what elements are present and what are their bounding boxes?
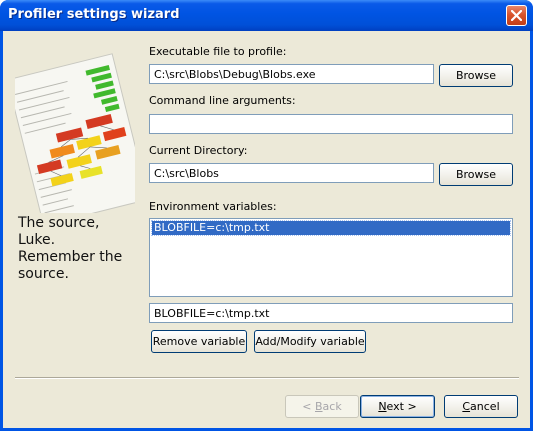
next-rest: ext > — [386, 400, 417, 413]
quote-line: The source, — [18, 215, 100, 231]
window-title: Profiler settings wizard — [8, 7, 180, 22]
env-list[interactable]: BLOBFILE=c:\tmp.txt — [149, 218, 513, 297]
cancel-hotkey: C — [462, 400, 471, 413]
env-label: Environment variables: — [149, 200, 277, 213]
back-button[interactable]: < Back — [285, 395, 359, 418]
title-bar[interactable]: Profiler settings wizard — [0, 0, 533, 31]
browse-curdir-button[interactable]: Browse — [439, 163, 513, 186]
cancel-button[interactable]: Cancel — [444, 395, 518, 418]
back-rest: ack — [322, 400, 342, 413]
next-button[interactable]: Next > — [360, 395, 435, 418]
quote-line: Remember the — [18, 249, 123, 265]
dialog-body: The source, Luke. Remember the source. E… — [3, 31, 530, 428]
back-hotkey: B — [315, 400, 323, 413]
sidebar-quote: The source, Luke. Remember the source. — [18, 215, 133, 283]
args-input[interactable] — [149, 114, 513, 134]
footer-separator — [15, 377, 519, 379]
env-edit-input[interactable]: BLOBFILE=c:\tmp.txt — [149, 303, 513, 323]
remove-variable-button[interactable]: Remove variable — [151, 330, 247, 353]
add-modify-variable-button[interactable]: Add/Modify variable — [254, 330, 366, 353]
wizard-window: Profiler settings wizard The source, Luk… — [0, 0, 533, 431]
profiler-illustration — [15, 53, 135, 213]
quote-line: source. — [18, 266, 69, 282]
executable-label: Executable file to profile: — [149, 45, 287, 58]
browse-executable-button[interactable]: Browse — [439, 64, 513, 87]
next-hotkey: N — [378, 400, 387, 413]
close-icon — [511, 10, 522, 21]
curdir-input[interactable]: C:\src\Blobs — [149, 163, 434, 183]
cancel-rest: ancel — [470, 400, 500, 413]
quote-line: Luke. — [18, 232, 56, 248]
env-list-item[interactable]: BLOBFILE=c:\tmp.txt — [151, 220, 511, 236]
executable-input[interactable]: C:\src\Blobs\Debug\Blobs.exe — [149, 64, 434, 84]
close-button[interactable] — [506, 5, 527, 26]
args-label: Command line arguments: — [149, 94, 296, 107]
back-prefix: < — [302, 400, 315, 413]
curdir-label: Current Directory: — [149, 144, 248, 157]
